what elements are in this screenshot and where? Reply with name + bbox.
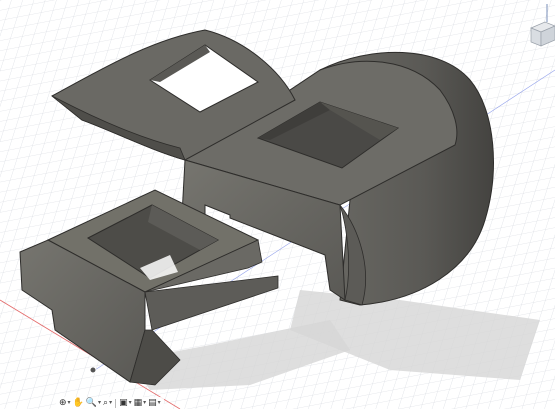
pan-button[interactable]: ✋	[73, 398, 84, 408]
canvas-viewport[interactable]: ⊕ ▾ ✋ 🔍 ▾ ⌕ ▾ ▣ ▾ ▦ ▾ ▤ ▾	[0, 0, 555, 409]
chevron-down-icon[interactable]: ▾	[98, 398, 101, 408]
chevron-down-icon[interactable]: ▾	[68, 398, 71, 408]
look-at-button[interactable]: ⌕ ▾	[103, 398, 112, 408]
chevron-down-icon[interactable]: ▾	[129, 398, 132, 408]
orbit-icon: ⊕	[59, 398, 67, 408]
chevron-down-icon[interactable]: ▾	[109, 398, 112, 408]
grid-settings-button[interactable]: ▦ ▾	[134, 398, 147, 408]
zoom-button[interactable]: 🔍 ▾	[86, 398, 101, 408]
navigation-toolbar: ⊕ ▾ ✋ 🔍 ▾ ⌕ ▾ ▣ ▾ ▦ ▾ ▤ ▾	[56, 397, 164, 409]
orbit-button[interactable]: ⊕ ▾	[59, 398, 71, 408]
origin-point	[89, 366, 97, 374]
zoom-icon: 🔍	[85, 398, 97, 408]
grid-settings-icon: ▦	[133, 398, 143, 408]
display-settings-button[interactable]: ▣ ▾	[119, 398, 132, 408]
toolbar-separator	[115, 398, 117, 408]
chevron-down-icon[interactable]: ▾	[143, 398, 146, 408]
viewports-icon: ▤	[148, 398, 157, 408]
model-canvas[interactable]	[0, 0, 555, 409]
viewports-button[interactable]: ▤ ▾	[148, 398, 161, 408]
display-settings-icon: ▣	[119, 398, 128, 408]
chevron-down-icon[interactable]: ▾	[158, 398, 161, 408]
viewcube[interactable]	[525, 0, 555, 48]
pan-icon: ✋	[72, 398, 84, 408]
look-at-icon: ⌕	[103, 398, 109, 408]
